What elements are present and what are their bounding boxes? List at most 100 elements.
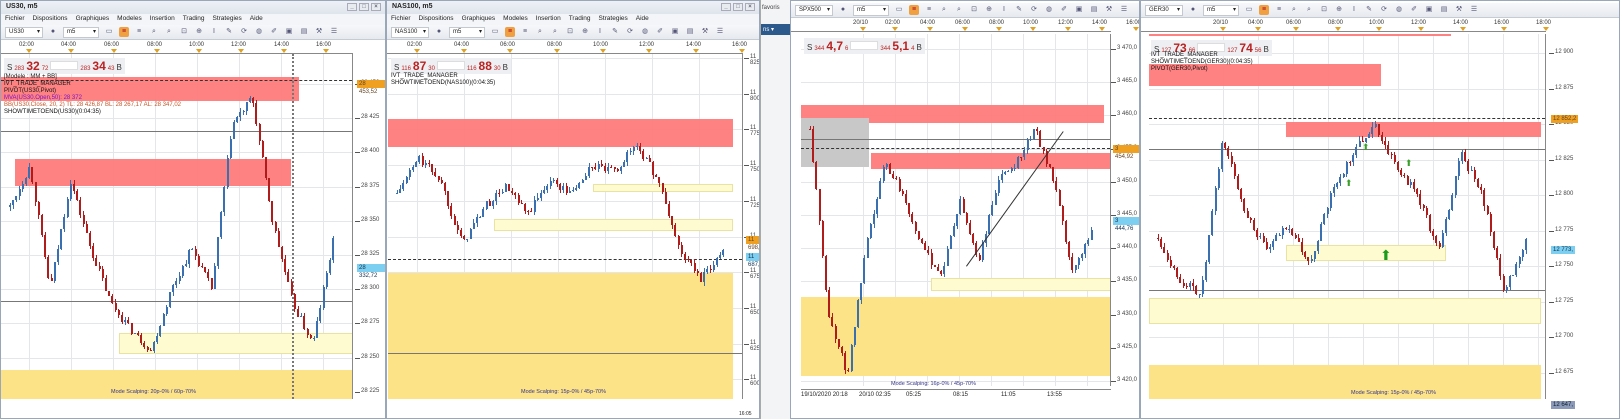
menu-item-trading[interactable]: Trading: [183, 15, 205, 24]
ruler-icon[interactable]: ✐: [269, 27, 279, 37]
zoom-out-icon[interactable]: ⌕: [550, 27, 560, 37]
menu-item-strategies[interactable]: Strategies: [599, 15, 628, 24]
menu-item-strategies[interactable]: Strategies: [213, 15, 242, 24]
indicator-line[interactable]: PIVOT(US30,Pivot): [4, 88, 181, 95]
magnify-icon[interactable]: ⊕: [194, 27, 204, 37]
indicator-line[interactable]: [Modele : MM + BB]: [4, 74, 181, 81]
timeframe-select[interactable]: m5: [1203, 4, 1239, 16]
note-icon[interactable]: ✎: [610, 27, 620, 37]
picture-icon[interactable]: ▣: [1074, 5, 1084, 15]
timeframe-select[interactable]: m5: [853, 4, 889, 16]
zoom-in-icon[interactable]: ⌕: [1289, 5, 1299, 15]
indicator-line[interactable]: SHOWTIMETOEND(US30)(0:04:35): [4, 109, 181, 116]
buy-price[interactable]: 88: [479, 59, 492, 73]
picture-icon[interactable]: ▣: [284, 27, 294, 37]
ruler-icon[interactable]: ✐: [1409, 5, 1419, 15]
refresh-icon[interactable]: ⟳: [239, 27, 249, 37]
lines-icon[interactable]: ☰: [1119, 5, 1129, 15]
symbol-select[interactable]: US30: [5, 26, 43, 38]
quantity-input[interactable]: [436, 61, 465, 70]
zoom-fit-icon[interactable]: ⊡: [565, 27, 575, 37]
trend-line[interactable]: [966, 131, 1064, 267]
globe-icon[interactable]: ◍: [640, 27, 650, 37]
ask-line-icon[interactable]: ≡: [1274, 5, 1284, 15]
magnify-icon[interactable]: ⊕: [580, 27, 590, 37]
chart-plot-area[interactable]: [1149, 34, 1546, 399]
print-icon[interactable]: ▤: [299, 27, 309, 37]
ask-line-icon[interactable]: ≡: [520, 27, 530, 37]
indicator-line[interactable]: SHOWTIMETOEND(NAS100)(0:04:35): [391, 80, 495, 87]
bid-line-icon[interactable]: ≡: [1259, 5, 1269, 15]
buy-price[interactable]: 5,1: [892, 39, 909, 53]
indicator-line[interactable]: MVA(US30.Open,50): 28 372: [4, 95, 181, 102]
close-button[interactable]: ×: [371, 3, 381, 11]
chart-plot-area[interactable]: [801, 34, 1111, 386]
buy-label[interactable]: B: [916, 43, 921, 52]
indicator-line[interactable]: IVT_TRADE_MANAGER: [391, 73, 495, 80]
sell-label[interactable]: S: [394, 63, 399, 72]
quantity-input[interactable]: [850, 41, 879, 50]
sell-price[interactable]: 87: [413, 59, 426, 73]
refresh-icon[interactable]: ⟳: [1029, 5, 1039, 15]
lines-icon[interactable]: ☰: [715, 27, 725, 37]
quote-panel[interactable]: S 283 32 72 283 34 43 B: [4, 58, 125, 74]
print-icon[interactable]: ▤: [685, 27, 695, 37]
symbol-select[interactable]: NAS100: [391, 26, 429, 38]
buy-price[interactable]: 34: [92, 59, 105, 73]
ask-line-icon[interactable]: ≡: [924, 5, 934, 15]
buy-label[interactable]: B: [503, 63, 508, 72]
buy-label[interactable]: B: [1263, 45, 1268, 54]
note-icon[interactable]: ✎: [1364, 5, 1374, 15]
indicator-line[interactable]: BB(US30.Close, 20, 2) TL: 28 426,87 BL: …: [4, 102, 181, 109]
indicator-line[interactable]: IVT_TRADE_MANAGER: [4, 81, 181, 88]
ask-line-icon[interactable]: ≡: [134, 27, 144, 37]
print-icon[interactable]: ▤: [1089, 5, 1099, 15]
menu-item-dispositions[interactable]: Dispositions: [419, 15, 454, 24]
zoom-in-icon[interactable]: ⌕: [149, 27, 159, 37]
zoom-out-icon[interactable]: ⌕: [954, 5, 964, 15]
ruler-icon[interactable]: ✐: [1059, 5, 1069, 15]
record-icon[interactable]: ●: [838, 5, 848, 15]
timeframe-select[interactable]: m5: [63, 26, 99, 38]
menu-item-fichier[interactable]: Fichier: [391, 15, 411, 24]
zoom-in-icon[interactable]: ⌕: [535, 27, 545, 37]
chart-plot-area[interactable]: [388, 54, 743, 399]
cursor-icon[interactable]: I: [209, 27, 219, 37]
print-icon[interactable]: ▤: [1439, 5, 1449, 15]
favorites-tab[interactable]: ns ▾: [761, 24, 790, 35]
note-icon[interactable]: ✎: [224, 27, 234, 37]
chart-type-icon[interactable]: ▭: [894, 5, 904, 15]
tools-icon[interactable]: ⚒: [1454, 5, 1464, 15]
bid-line-icon[interactable]: ≡: [505, 27, 515, 37]
refresh-icon[interactable]: ⟳: [625, 27, 635, 37]
menu-item-graphiques[interactable]: Graphiques: [76, 15, 110, 24]
indicator-line[interactable]: IVT_TRADE_MANAGER: [1151, 52, 1253, 59]
cursor-icon[interactable]: I: [999, 5, 1009, 15]
lines-icon[interactable]: ☰: [1469, 5, 1479, 15]
symbol-select[interactable]: GER30: [1145, 4, 1183, 16]
menu-item-graphiques[interactable]: Graphiques: [462, 15, 496, 24]
indicator-line[interactable]: SHOWTIMETOEND(GER30)(0:04:35): [1151, 59, 1253, 66]
close-button[interactable]: ×: [745, 3, 755, 11]
quote-panel[interactable]: S 116 87 30 116 88 30 B: [391, 58, 511, 74]
zoom-fit-icon[interactable]: ⊡: [969, 5, 979, 15]
zoom-out-icon[interactable]: ⌕: [1304, 5, 1314, 15]
picture-icon[interactable]: ▣: [1424, 5, 1434, 15]
menu-item-modeles[interactable]: Modeles: [503, 15, 528, 24]
chart-type-icon[interactable]: ▭: [490, 27, 500, 37]
tools-icon[interactable]: ⚒: [314, 27, 324, 37]
record-icon[interactable]: ●: [1188, 5, 1198, 15]
timeframe-select[interactable]: m5: [449, 26, 485, 38]
picture-icon[interactable]: ▣: [670, 27, 680, 37]
quantity-input[interactable]: [1197, 43, 1226, 52]
quantity-input[interactable]: [50, 61, 79, 70]
menu-item-fichier[interactable]: Fichier: [5, 15, 25, 24]
zoom-in-icon[interactable]: ⌕: [939, 5, 949, 15]
zoom-out-icon[interactable]: ⌕: [164, 27, 174, 37]
tools-icon[interactable]: ⚒: [1104, 5, 1114, 15]
menu-item-insertion[interactable]: Insertion: [536, 15, 561, 24]
ruler-icon[interactable]: ✐: [655, 27, 665, 37]
globe-icon[interactable]: ◍: [254, 27, 264, 37]
sell-price[interactable]: 4,7: [826, 39, 843, 53]
sell-label[interactable]: S: [7, 63, 12, 72]
